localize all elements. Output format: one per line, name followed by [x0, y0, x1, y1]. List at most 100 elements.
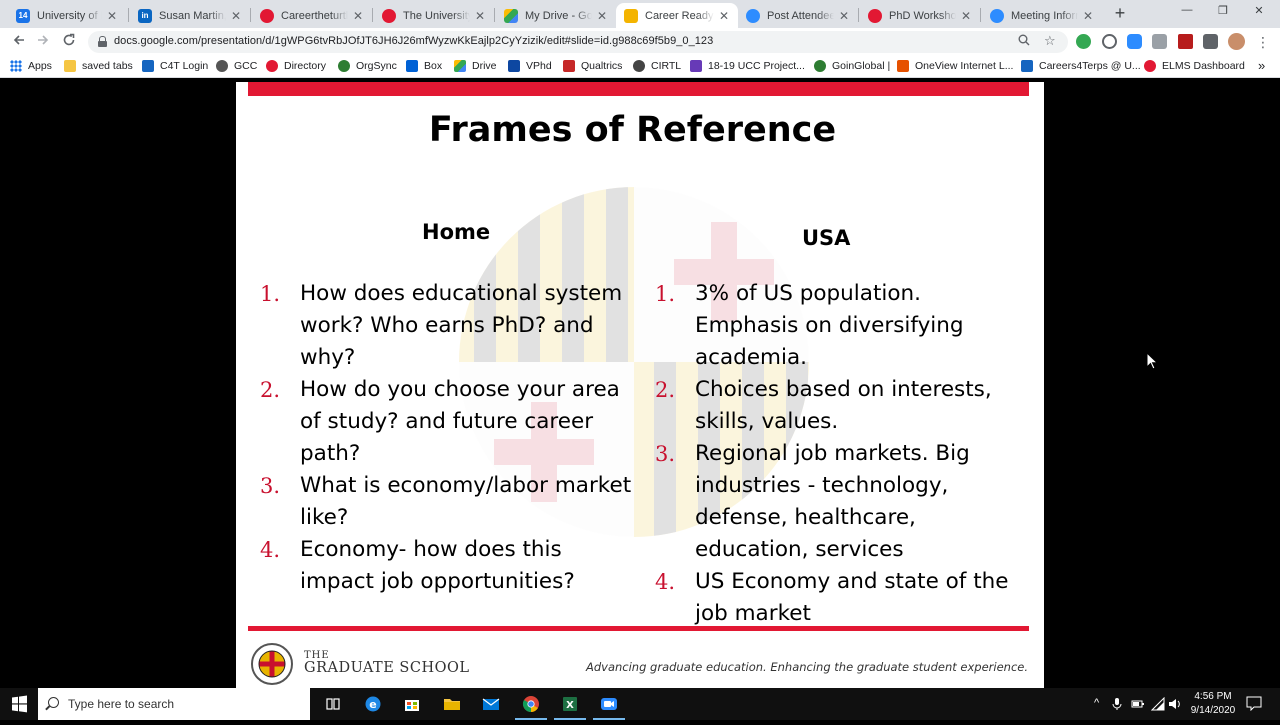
zoom-app-icon[interactable]	[593, 692, 625, 720]
footer-school-name: GRADUATE SCHOOL	[304, 660, 470, 676]
notifications-icon[interactable]	[1246, 696, 1262, 714]
microphone-icon[interactable]	[1112, 697, 1122, 714]
bookmark-careers4terps[interactable]: Careers4Terps @ U...	[1021, 60, 1141, 72]
tab-title: Career Ready Ti	[645, 9, 714, 22]
new-tab-button[interactable]: +	[1110, 4, 1130, 24]
bookmark-saved-tabs[interactable]: saved tabs	[64, 60, 133, 72]
close-window-button[interactable]: ✕	[1244, 4, 1274, 22]
restore-button[interactable]: ❐	[1208, 4, 1238, 22]
bookmark-vphd[interactable]: VPhd	[508, 60, 552, 72]
close-tab-icon[interactable]: ✕	[1082, 9, 1094, 23]
battery-icon[interactable]	[1131, 697, 1145, 714]
close-tab-icon[interactable]: ✕	[230, 9, 242, 23]
wifi-icon[interactable]	[1150, 696, 1165, 714]
tab-title: The University of	[403, 9, 470, 22]
browser-tab[interactable]: The University of ✕	[374, 3, 494, 28]
bookmark-label: ELMS Dashboard	[1162, 60, 1245, 72]
store-icon[interactable]	[400, 692, 424, 716]
bookmark-qualtrics[interactable]: Qualtrics	[563, 60, 622, 72]
usa-list: 1. 3% of US population. Emphasis on diver…	[655, 278, 1025, 630]
drive-icon	[454, 60, 466, 72]
list-item: 3. What is economy/labor market like?	[260, 473, 632, 530]
list-item: 1. How does educational system work? Who …	[260, 281, 623, 370]
excel-icon[interactable]: X	[554, 692, 586, 720]
browser-menu-icon[interactable]: ⋮	[1256, 34, 1270, 51]
close-tab-icon[interactable]: ✕	[718, 9, 730, 23]
mail-icon[interactable]	[479, 692, 503, 716]
extension-circle-icon[interactable]	[1102, 34, 1117, 49]
bookmark-ucc-project[interactable]: 18-19 UCC Project...	[690, 60, 805, 72]
bookmark-label: saved tabs	[82, 60, 133, 72]
close-tab-icon[interactable]: ✕	[960, 9, 972, 23]
bookmark-drive[interactable]: Drive	[454, 60, 497, 72]
start-button[interactable]	[0, 688, 38, 720]
browser-tab[interactable]: My Drive - Goog ✕	[496, 3, 616, 28]
clock-date: 9/14/2020	[1190, 705, 1236, 716]
file-explorer-icon[interactable]	[440, 692, 464, 716]
close-tab-icon[interactable]: ✕	[106, 9, 118, 23]
bookmark-gcc[interactable]: GCC	[216, 60, 257, 72]
reload-button[interactable]	[60, 33, 78, 51]
umd-icon	[382, 8, 396, 23]
bookmark-label: Apps	[28, 60, 52, 72]
google-slides-icon	[624, 8, 638, 23]
slide-top-red-bar	[248, 82, 1029, 96]
zoom-extension-icon[interactable]	[1127, 34, 1142, 49]
cirtl-icon	[633, 60, 645, 72]
extension-puzzle-gray-icon[interactable]	[1152, 34, 1167, 49]
slide-bottom-red-bar	[248, 626, 1029, 631]
edge-icon[interactable]: e	[361, 692, 385, 716]
browser-toolbar: docs.google.com/presentation/d/1gWPG6tvR…	[0, 28, 1280, 56]
close-tab-icon[interactable]: ✕	[352, 9, 364, 23]
bookmark-apps[interactable]: Apps	[10, 60, 52, 72]
bookmark-orgsync[interactable]: OrgSync	[338, 60, 397, 72]
browser-tab[interactable]: PhD Workshop ✕	[860, 3, 980, 28]
bookmark-box[interactable]: Box	[406, 60, 442, 72]
list-item: 2. Choices based on interests, skills, va…	[655, 377, 992, 434]
more-bookmarks-button[interactable]: »	[1258, 58, 1265, 73]
extension-green-icon[interactable]	[1076, 34, 1091, 49]
acrobat-icon[interactable]	[1178, 34, 1193, 49]
bookmark-elms[interactable]: ELMS Dashboard	[1144, 60, 1245, 72]
browser-tab[interactable]: Meeting Inform ✕	[982, 3, 1102, 28]
browser-tab[interactable]: in Susan Martin, Ed ✕	[130, 3, 250, 28]
profile-avatar[interactable]	[1228, 33, 1245, 50]
bookmark-directory[interactable]: Directory	[266, 60, 326, 72]
browser-tab[interactable]: Post Attendee - ✕	[738, 3, 858, 28]
zoom-lens-icon[interactable]	[1018, 34, 1030, 49]
bookmark-star-icon[interactable]: ☆	[1044, 33, 1056, 49]
calendar-icon: 14	[16, 8, 30, 23]
taskbar-clock[interactable]: 4:56 PM 9/14/2020	[1186, 690, 1240, 718]
bookmark-label: OneView Internet L...	[915, 60, 1014, 72]
volume-icon[interactable]	[1168, 697, 1182, 714]
reload-icon	[63, 33, 75, 46]
apps-grid-icon	[10, 60, 22, 72]
bookmark-c4t-login[interactable]: C4T Login	[142, 60, 208, 72]
bookmarks-bar: Apps saved tabs C4T Login GCC Directory …	[0, 56, 1280, 78]
bookmark-cirtl[interactable]: CIRTL	[633, 60, 681, 72]
close-tab-icon[interactable]: ✕	[596, 9, 608, 23]
close-tab-icon[interactable]: ✕	[474, 9, 486, 23]
tray-overflow-chevron[interactable]: ^	[1094, 697, 1099, 709]
back-button[interactable]	[10, 33, 28, 51]
close-tab-icon[interactable]: ✕	[838, 9, 850, 23]
browser-tab-active[interactable]: Career Ready Ti ✕	[616, 3, 738, 28]
google-drive-icon	[504, 8, 518, 23]
taskbar-search-input[interactable]: Type here to search	[38, 688, 310, 720]
minimize-button[interactable]: —	[1172, 4, 1202, 22]
chrome-icon[interactable]	[515, 692, 547, 720]
bookmark-oneview[interactable]: OneView Internet L...	[897, 60, 1013, 72]
address-bar[interactable]: docs.google.com/presentation/d/1gWPG6tvR…	[88, 31, 1068, 53]
forward-button[interactable]	[34, 33, 52, 51]
list-item: 4. US Economy and state of the job market	[655, 569, 1009, 626]
bookmark-label: Careers4Terps @ U...	[1039, 60, 1141, 72]
search-placeholder: Type here to search	[68, 697, 175, 711]
extensions-puzzle-icon[interactable]	[1203, 34, 1218, 49]
task-view-icon[interactable]	[321, 692, 345, 716]
mouse-cursor-icon	[1146, 352, 1158, 370]
browser-tab[interactable]: 14 University of Ma ✕	[8, 3, 126, 28]
home-heading: Home	[422, 220, 491, 244]
tab-title: Post Attendee -	[767, 9, 834, 22]
bookmark-goinglobal[interactable]: GoinGlobal |	[814, 60, 890, 72]
browser-tab[interactable]: Careertheturtle ✕	[252, 3, 372, 28]
